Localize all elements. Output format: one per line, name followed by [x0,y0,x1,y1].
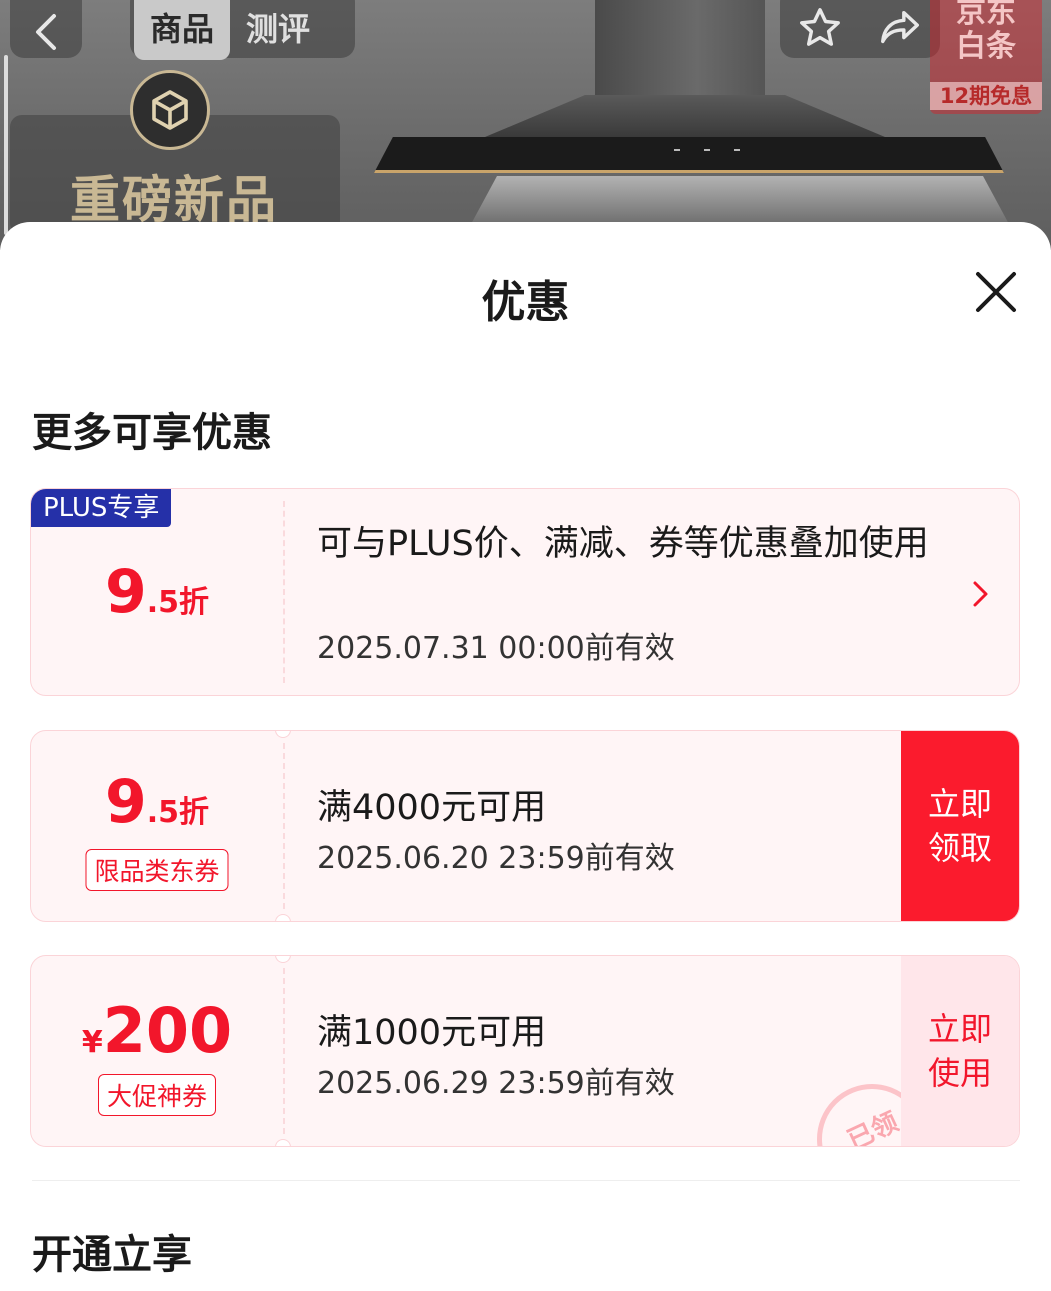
range-hood-panel [374,137,1004,173]
range-hood-light [470,176,1010,226]
tab-product[interactable]: 商品 [134,0,231,60]
coupon-value: 9.5折 限品类东券 [31,731,283,921]
coupon-validity: 2025.07.31 00:00前有效 [317,631,675,666]
coupon-description: 可与PLUS价、满减、券等优惠叠加使用 [317,524,929,564]
discount-sheet: 优惠 更多可享优惠 PLUS专享 9.5折 可与PLUS价、满减、券等优惠叠加使… [0,222,1051,1291]
baitiao-badge[interactable]: 京东白条 12期免息 [930,0,1042,114]
coupon-plus[interactable]: PLUS专享 9.5折 可与PLUS价、满减、券等优惠叠加使用 2025.07.… [30,488,1020,696]
claim-coupon-button[interactable]: 立即领取 [901,731,1019,921]
coupon-divider [283,968,285,1134]
close-icon [976,272,1016,312]
coupon-description: 满1000元可用 [317,1013,547,1053]
back-button[interactable] [10,0,82,58]
close-button[interactable] [968,264,1024,320]
coupon-type-tag: 限品类东券 [85,849,229,891]
star-icon[interactable] [797,5,843,51]
range-hood-body [485,95,885,137]
product-image: 商品 测评 京东白条 12期免息 重磅新品 [0,0,1051,250]
cube-logo-icon [130,70,210,150]
chevron-left-icon [36,14,56,50]
coupon-validity: 2025.06.20 23:59前有效 [317,841,675,876]
coupon-promo: ¥200 大促神券 满1000元可用 2025.06.29 23:59前有效 已… [30,955,1020,1147]
product-tabs: 商品 测评 [130,0,355,60]
use-coupon-button[interactable]: 立即使用 [901,956,1019,1146]
share-icon[interactable] [876,5,924,51]
range-hood-chimney [595,0,765,95]
tab-review[interactable]: 测评 [230,0,326,60]
coupon-divider [283,743,285,909]
coupon-category: 9.5折 限品类东券 满4000元可用 2025.06.20 23:59前有效 … [30,730,1020,922]
chevron-right-icon[interactable] [969,577,993,611]
sheet-title: 优惠 [481,277,570,328]
coupon-type-tag: 大促神券 [97,1074,217,1116]
coupon-description: 满4000元可用 [317,788,547,828]
discount-amount: 9.5折 [104,767,210,837]
coupon-validity: 2025.06.29 23:59前有效 [317,1066,675,1101]
section-title-more-offers: 更多可享优惠 [32,410,272,456]
coupon-value: PLUS专享 9.5折 [31,489,283,695]
section-title-open-membership: 开通立享 [32,1232,192,1278]
coupon-value: ¥200 大促神券 [31,956,283,1146]
baitiao-subtitle: 12期免息 [930,82,1042,110]
baitiao-title: 京东白条 [956,0,1016,64]
header-actions [780,0,940,58]
discount-amount: 9.5折 [104,557,210,627]
plus-exclusive-tag: PLUS专享 [31,489,172,527]
coupon-amount: ¥200 [81,994,233,1067]
section-divider [32,1180,1020,1181]
coupon-divider [283,501,285,683]
scrollbar[interactable] [4,55,8,235]
claimed-stamp-text: 已领 [843,1107,903,1147]
